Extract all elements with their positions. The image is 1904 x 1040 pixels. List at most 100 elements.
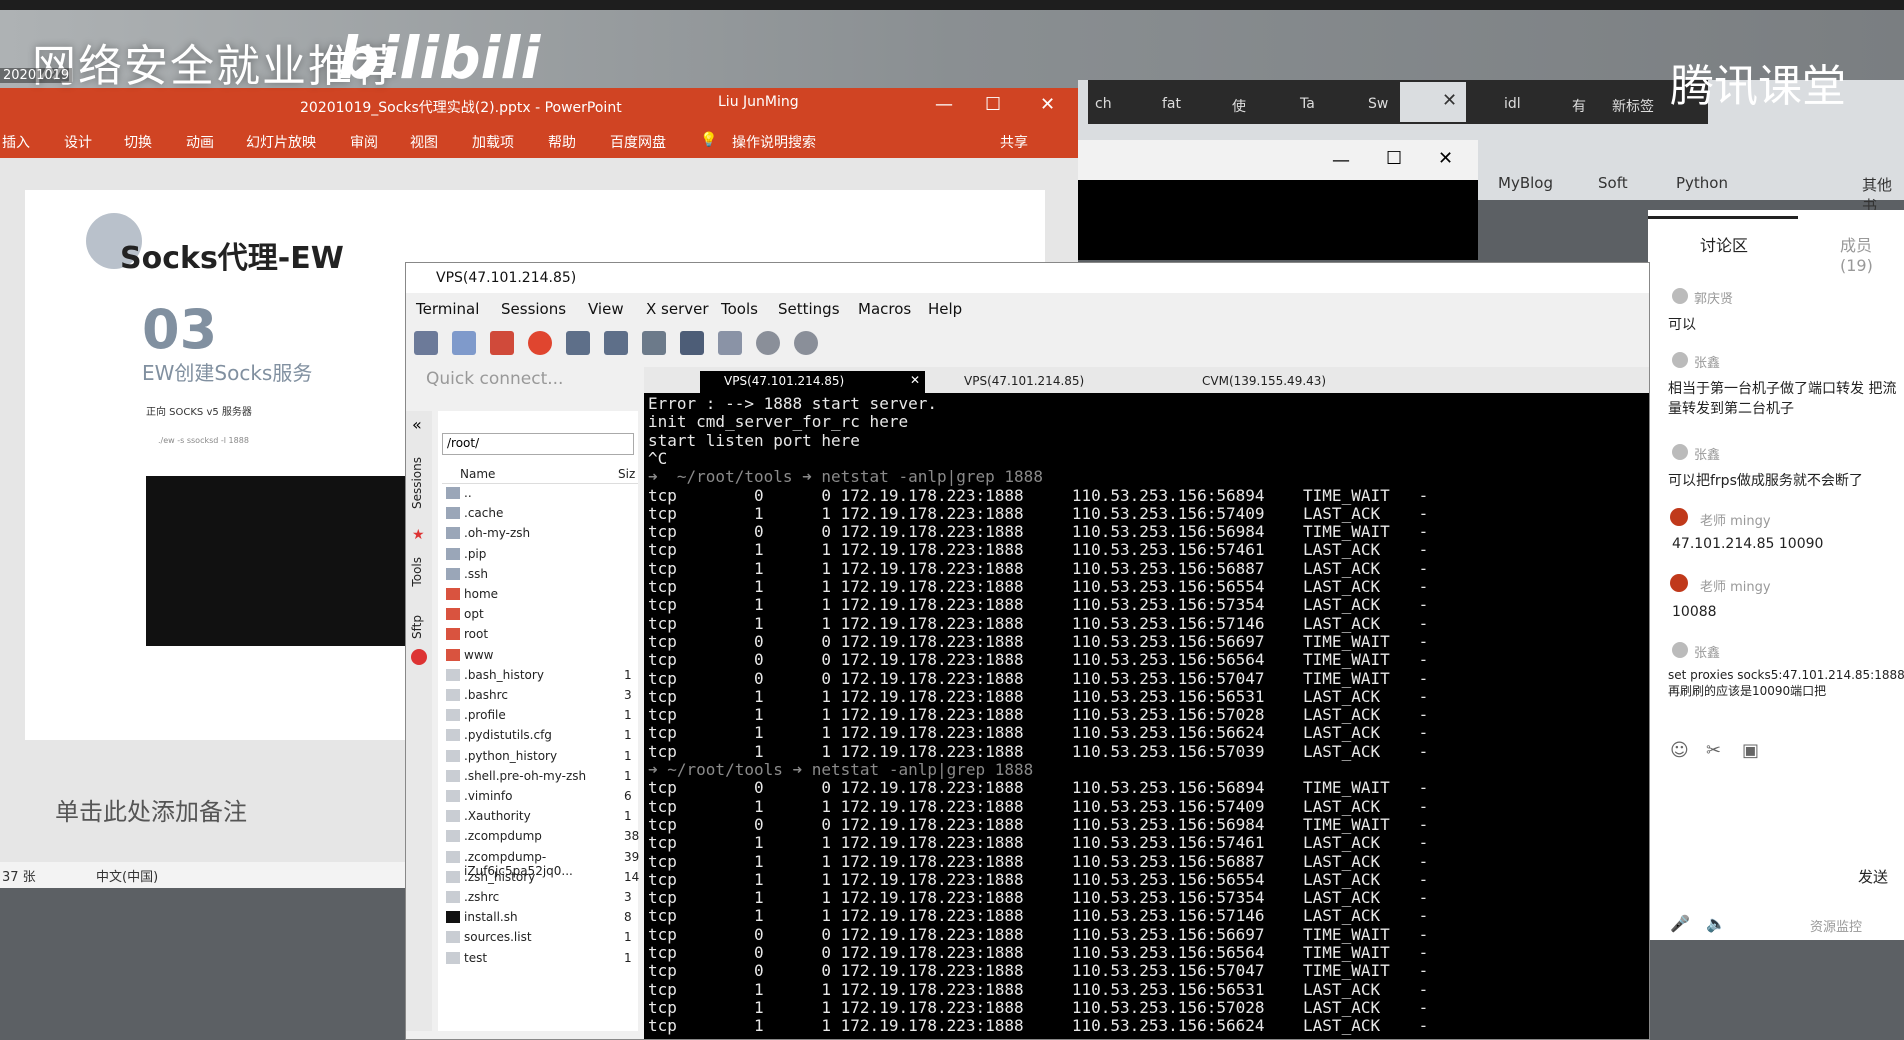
side-tab-sessions[interactable]: Sessions	[410, 457, 424, 509]
side-tab-tools[interactable]: Tools	[410, 557, 424, 587]
ppt-user-name[interactable]: Liu JunMing	[718, 94, 799, 110]
terminal-tab[interactable]: CVM(139.155.49.43)	[1178, 371, 1398, 393]
session-icon[interactable]	[414, 331, 438, 355]
record-icon[interactable]	[411, 649, 427, 665]
image-icon[interactable]: ▣	[1742, 740, 1759, 761]
help-icon[interactable]	[794, 331, 818, 355]
list-item[interactable]: ..	[446, 485, 636, 503]
menu-terminal[interactable]: Terminal	[416, 300, 479, 318]
browser-tab[interactable]: 新标签	[1612, 96, 1654, 116]
menu-view[interactable]: View	[588, 300, 624, 318]
ribbon-share[interactable]: 共享	[1000, 132, 1028, 152]
terminal-tab-active[interactable]: VPS(47.101.214.85) ✕	[700, 371, 925, 393]
browser-tab[interactable]: ch	[1095, 96, 1112, 112]
games-icon[interactable]	[528, 331, 552, 355]
speaker-icon[interactable]: 🔈	[1706, 914, 1726, 933]
list-item[interactable]: .zsh_history 14	[446, 869, 639, 887]
list-item[interactable]: .zcompdump-iZuf6jc5pa52jq0... 39	[446, 849, 639, 878]
list-item[interactable]: .ssh	[446, 566, 636, 584]
column-size[interactable]: Siz	[618, 467, 635, 481]
ribbon-tab-help[interactable]: 帮助	[548, 132, 576, 152]
browser-tab[interactable]: fat	[1162, 96, 1181, 112]
split-icon[interactable]	[642, 331, 666, 355]
list-item[interactable]: opt	[446, 606, 636, 624]
list-item[interactable]: .cache	[446, 505, 636, 523]
sftp-path-input[interactable]: /root/	[442, 433, 634, 455]
send-button[interactable]: 发送	[1858, 866, 1888, 887]
list-item[interactable]: .profile 1	[446, 707, 636, 725]
ribbon-tab-transitions[interactable]: 切换	[124, 132, 152, 152]
ribbon-tab-design[interactable]: 设计	[64, 132, 92, 152]
list-item[interactable]: install.sh 8	[446, 909, 636, 927]
ribbon-tab-insert[interactable]: 插入	[2, 132, 30, 152]
settings-icon[interactable]	[756, 331, 780, 355]
list-item[interactable]: home	[446, 586, 636, 604]
maximize-icon[interactable]: ☐	[1386, 148, 1402, 169]
browser-tab[interactable]: idl	[1504, 96, 1521, 112]
ribbon-tab-addins[interactable]: 加载项	[472, 132, 514, 152]
servers-icon[interactable]	[452, 331, 476, 355]
quick-connect-input[interactable]: Quick connect...	[426, 369, 563, 389]
tools-icon[interactable]	[490, 331, 514, 355]
resource-monitor[interactable]: 资源监控	[1810, 916, 1862, 935]
tab-members[interactable]: 成员(19)	[1840, 232, 1904, 275]
scissors-icon[interactable]: ✂	[1706, 740, 1721, 761]
menu-sessions[interactable]: Sessions	[501, 300, 566, 318]
notes-placeholder[interactable]: 单击此处添加备注	[55, 792, 247, 827]
file-icon	[446, 749, 460, 762]
close-tab-icon[interactable]: ✕	[1442, 90, 1457, 111]
multiexec-icon[interactable]	[680, 331, 704, 355]
sessions-icon[interactable]	[566, 331, 590, 355]
menu-macros[interactable]: Macros	[858, 300, 911, 318]
bookmark-python[interactable]: Python	[1676, 174, 1728, 192]
close-tab-icon[interactable]: ✕	[910, 373, 920, 387]
menu-tools[interactable]: Tools	[721, 300, 758, 318]
browser-tab[interactable]: 使	[1232, 96, 1246, 116]
list-item[interactable]: .bash_history 1	[446, 667, 636, 685]
ribbon-tab-review[interactable]: 审阅	[350, 132, 378, 152]
star-icon[interactable]: ★	[412, 527, 425, 543]
browser-tab[interactable]: Sw	[1368, 96, 1388, 112]
collapse-icon[interactable]: «	[412, 415, 422, 434]
list-item[interactable]: .bashrc 3	[446, 687, 636, 705]
emoji-icon[interactable]: ☺	[1670, 740, 1689, 761]
list-item[interactable]: sources.list 1	[446, 929, 636, 947]
close-icon[interactable]: ✕	[1040, 94, 1055, 115]
terminal-tab[interactable]: VPS(47.101.214.85)	[940, 371, 1160, 393]
list-item[interactable]: root	[446, 626, 636, 644]
browser-tab[interactable]: 有	[1572, 96, 1586, 116]
close-icon[interactable]: ✕	[1438, 148, 1453, 169]
menu-settings[interactable]: Settings	[778, 300, 840, 318]
tunneling-icon[interactable]	[718, 331, 742, 355]
list-item[interactable]: .zshrc 3	[446, 889, 636, 907]
bookmark-soft[interactable]: Soft	[1598, 174, 1628, 192]
list-item[interactable]: .python_history 1	[446, 748, 636, 766]
ribbon-tab-baidu[interactable]: 百度网盘	[610, 132, 666, 152]
terminal-output[interactable]: Error : --> 1888 start server. init cmd_s…	[644, 393, 1649, 1039]
list-item[interactable]: .pydistutils.cfg 1	[446, 727, 636, 745]
minimize-icon[interactable]: —	[935, 94, 953, 115]
list-item[interactable]: .pip	[446, 546, 636, 564]
list-item[interactable]: test 1	[446, 950, 636, 968]
bookmark-myblog[interactable]: MyBlog	[1498, 174, 1553, 192]
ribbon-tab-slideshow[interactable]: 幻灯片放映	[246, 132, 316, 152]
view-icon[interactable]	[604, 331, 628, 355]
menu-xserver[interactable]: X server	[646, 300, 709, 318]
ribbon-tab-animations[interactable]: 动画	[186, 132, 214, 152]
maximize-icon[interactable]: ☐	[985, 94, 1001, 115]
list-item[interactable]: .zcompdump 38	[446, 828, 639, 846]
ribbon-tab-view[interactable]: 视图	[410, 132, 438, 152]
column-name[interactable]: Name	[460, 467, 495, 481]
ribbon-search[interactable]: 操作说明搜索	[732, 132, 816, 152]
list-item[interactable]: www	[446, 647, 636, 665]
menu-help[interactable]: Help	[928, 300, 962, 318]
minimize-icon[interactable]: —	[1332, 150, 1350, 171]
browser-tab[interactable]: Ta	[1300, 96, 1315, 112]
list-item[interactable]: .oh-my-zsh	[446, 525, 636, 543]
list-item[interactable]: .shell.pre-oh-my-zsh 1	[446, 768, 636, 786]
list-item[interactable]: .Xauthority 1	[446, 808, 636, 826]
tab-discussion[interactable]: 讨论区	[1700, 232, 1748, 256]
list-item[interactable]: .viminfo 6	[446, 788, 636, 806]
side-tab-sftp[interactable]: Sftp	[410, 615, 424, 639]
microphone-icon[interactable]: 🎤	[1670, 914, 1690, 933]
